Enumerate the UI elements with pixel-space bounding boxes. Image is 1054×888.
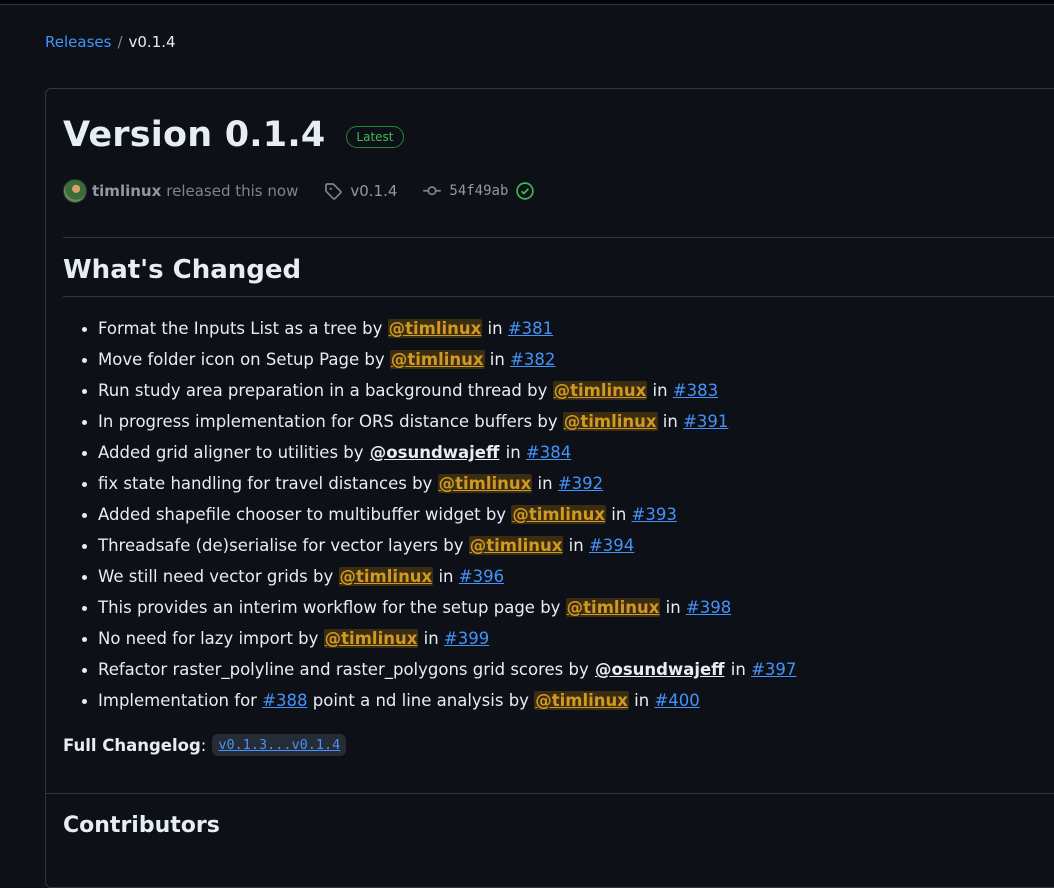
breadcrumb-current: v0.1.4: [128, 33, 176, 51]
full-changelog: Full Changelog: v0.1.3...v0.1.4: [63, 734, 347, 756]
list-item: fix state handling for travel distances …: [81, 468, 796, 499]
change-text: fix state handling for travel distances …: [98, 474, 438, 493]
user-mention-link[interactable]: @osundwajeff: [594, 660, 726, 679]
change-text: We still need vector grids by: [98, 567, 339, 586]
releases-link[interactable]: Releases: [45, 33, 111, 51]
change-text: Run study area preparation in a backgrou…: [98, 381, 553, 400]
avatar[interactable]: [63, 179, 87, 203]
release-header: Version 0.1.4 Latest: [63, 115, 404, 155]
whats-changed-heading: What's Changed: [63, 255, 302, 285]
breadcrumb-separator: /: [117, 33, 123, 51]
change-text: Implementation for: [98, 691, 263, 710]
pull-request-link[interactable]: #383: [673, 381, 718, 400]
list-item: Format the Inputs List as a tree by @tim…: [81, 313, 796, 344]
pull-request-link[interactable]: #397: [751, 660, 796, 679]
pull-request-link[interactable]: #384: [526, 443, 571, 462]
compare-link[interactable]: v0.1.3...v0.1.4: [212, 734, 347, 756]
verified-check-icon[interactable]: [516, 182, 535, 200]
change-text: This provides an interim workflow for th…: [98, 598, 566, 617]
user-mention-link[interactable]: @timlinux: [562, 412, 658, 431]
pull-request-link[interactable]: #400: [654, 691, 699, 710]
change-in-text: in: [647, 381, 673, 400]
heading-underline: [63, 296, 1054, 297]
change-in-text: in: [433, 567, 459, 586]
user-mention-link[interactable]: @timlinux: [552, 381, 648, 400]
list-item: Run study area preparation in a backgrou…: [81, 375, 796, 406]
commit-link[interactable]: 54f49ab: [449, 183, 508, 199]
release-card: Version 0.1.4 Latest timlinux released t…: [45, 88, 1054, 888]
user-mention-link[interactable]: @timlinux: [534, 691, 629, 710]
user-mention-link[interactable]: @timlinux: [338, 567, 434, 586]
list-item: We still need vector grids by @timlinux …: [81, 561, 796, 592]
change-in-text: in: [500, 443, 526, 462]
pull-request-link[interactable]: #398: [686, 598, 731, 617]
change-in-text: in: [606, 505, 632, 524]
breadcrumb: Releases / v0.1.4: [45, 33, 176, 51]
latest-badge: Latest: [346, 126, 404, 148]
change-text: Threadsafe (de)serialise for vector laye…: [98, 536, 469, 555]
list-item: Added shapefile chooser to multibuffer w…: [81, 499, 796, 530]
change-in-text: in: [628, 691, 655, 710]
change-in-text: in: [532, 474, 558, 493]
user-mention-link[interactable]: @timlinux: [387, 319, 483, 338]
full-changelog-label: Full Changelog: [63, 735, 201, 755]
user-mention-link[interactable]: @timlinux: [565, 598, 661, 617]
author-link[interactable]: timlinux: [92, 182, 161, 200]
contributors-heading: Contributors: [63, 813, 220, 838]
user-mention-link[interactable]: @osundwajeff: [369, 443, 501, 462]
change-text: Refactor raster_polyline and raster_poly…: [98, 660, 594, 679]
tag-link[interactable]: v0.1.4: [350, 182, 397, 200]
release-meta: timlinux released this now v0.1.4 54f49a…: [63, 179, 535, 203]
change-text: Move folder icon on Setup Page by: [98, 350, 390, 369]
change-in-text: in: [725, 660, 752, 679]
pull-request-link[interactable]: #388: [262, 691, 307, 710]
list-item: Threadsafe (de)serialise for vector laye…: [81, 530, 796, 561]
user-mention-link[interactable]: @timlinux: [323, 629, 419, 648]
tag-icon: [324, 182, 343, 200]
user-mention-link[interactable]: @timlinux: [468, 536, 564, 555]
list-item: Refactor raster_polyline and raster_poly…: [81, 654, 796, 685]
change-in-text: in: [484, 350, 511, 369]
pull-request-link[interactable]: #394: [589, 536, 634, 555]
released-text: released this now: [166, 182, 299, 200]
change-in-text: in: [563, 536, 589, 555]
pull-request-link[interactable]: #396: [459, 567, 504, 586]
change-in-text: in: [418, 629, 444, 648]
change-text: Added grid aligner to utilities by: [98, 443, 369, 462]
pull-request-link[interactable]: #399: [444, 629, 489, 648]
change-in-text: in: [482, 319, 508, 338]
list-item: This provides an interim workflow for th…: [81, 592, 796, 623]
list-item: No need for lazy import by @timlinux in …: [81, 623, 796, 654]
pull-request-link[interactable]: #391: [683, 412, 728, 431]
user-mention-link[interactable]: @timlinux: [389, 350, 485, 369]
top-border: [0, 0, 1054, 5]
pull-request-link[interactable]: #382: [510, 350, 555, 369]
list-item: Added grid aligner to utilities by @osun…: [81, 437, 796, 468]
git-commit-icon: [423, 182, 442, 200]
full-changelog-colon: :: [200, 735, 207, 755]
list-item: In progress implementation for ORS dista…: [81, 406, 796, 437]
pull-request-link[interactable]: #392: [558, 474, 603, 493]
divider: [46, 793, 1054, 794]
user-mention-link[interactable]: @timlinux: [437, 474, 533, 493]
change-text: No need for lazy import by: [98, 629, 324, 648]
release-title[interactable]: Version 0.1.4: [63, 115, 325, 155]
list-item: Implementation for #388 point a nd line …: [81, 685, 796, 716]
pull-request-link[interactable]: #381: [508, 319, 553, 338]
change-text: In progress implementation for ORS dista…: [98, 412, 563, 431]
list-item: Move folder icon on Setup Page by @timli…: [81, 344, 796, 375]
changes-list: Format the Inputs List as a tree by @tim…: [63, 313, 796, 716]
change-in-text: in: [660, 598, 686, 617]
change-text: Format the Inputs List as a tree by: [98, 319, 388, 338]
change-text: Added shapefile chooser to multibuffer w…: [98, 505, 512, 524]
change-text: point a nd line analysis by: [307, 691, 535, 710]
user-mention-link[interactable]: @timlinux: [511, 505, 606, 524]
divider: [63, 237, 1054, 238]
pull-request-link[interactable]: #393: [632, 505, 677, 524]
change-in-text: in: [657, 412, 684, 431]
